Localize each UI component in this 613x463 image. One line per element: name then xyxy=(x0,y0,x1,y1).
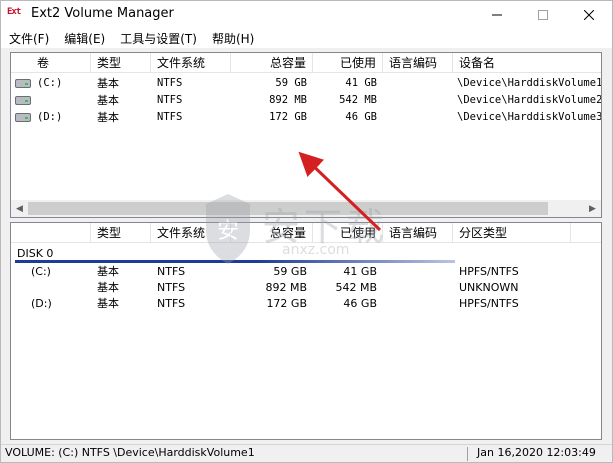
disk-label: DISK 0 xyxy=(17,247,54,260)
col-type[interactable]: 类型 xyxy=(91,53,151,73)
codepage-cell xyxy=(383,263,453,280)
minimize-icon xyxy=(492,14,502,16)
codepage-cell xyxy=(383,295,453,312)
codepage-cell xyxy=(383,75,453,92)
table-row[interactable]: (C:) 基本 NTFS 59 GB 41 GB HPFS/NTFS xyxy=(11,263,601,280)
scroll-thumb[interactable] xyxy=(28,202,548,215)
maximize-icon xyxy=(538,10,548,20)
fs-cell: NTFS xyxy=(157,111,183,123)
partition-type-cell: HPFS/NTFS xyxy=(459,297,519,310)
fs-cell: NTFS xyxy=(157,281,186,294)
volume-cell: (D:) xyxy=(37,111,63,123)
menu-bar: 文件(F) 编辑(E) 工具与设置(T) 帮助(H) xyxy=(1,29,612,48)
col-used[interactable]: 已使用 xyxy=(313,53,383,73)
fs-cell: NTFS xyxy=(157,265,186,278)
menu-help[interactable]: 帮助(H) xyxy=(208,30,258,47)
type-cell: 基本 xyxy=(97,77,119,90)
close-button[interactable] xyxy=(566,1,612,29)
drive-icon xyxy=(15,113,31,122)
used-cell: 542 MB xyxy=(335,281,377,294)
window-title: Ext2 Volume Manager xyxy=(31,6,174,21)
table-row[interactable]: (C:) 基本 NTFS 59 GB 41 GB \Device\Harddis… xyxy=(11,75,601,92)
app-icon: Ext xyxy=(7,7,21,17)
status-bar: VOLUME: (C:) NTFS \Device\HarddiskVolume… xyxy=(1,444,612,462)
table-row[interactable]: (D:) 基本 NTFS 172 GB 46 GB HPFS/NTFS xyxy=(11,295,601,312)
volume-cell xyxy=(25,279,91,296)
type-cell: 基本 xyxy=(97,297,119,310)
volume-cell: (C:) xyxy=(37,77,63,89)
app-window: Ext Ext2 Volume Manager 文件(F) 编辑(E) 工具与设… xyxy=(0,0,613,463)
device-cell: \Device\HarddiskVolume1 xyxy=(457,77,602,89)
table-row[interactable]: 基本 NTFS 892 MB 542 MB \Device\HarddiskVo… xyxy=(11,92,601,109)
type-cell: 基本 xyxy=(97,281,119,294)
status-divider xyxy=(467,447,468,461)
total-cell: 172 GB xyxy=(269,111,307,123)
col-filesystem[interactable]: 文件系统 xyxy=(151,223,231,243)
total-cell: 59 GB xyxy=(275,77,307,89)
volume-cell: (C:) xyxy=(31,265,51,278)
volume-list[interactable]: 卷 类型 文件系统 总容量 已使用 语言编码 设备名 (C:) 基本 NTFS … xyxy=(10,52,602,218)
used-cell: 542 MB xyxy=(339,94,377,106)
menu-file[interactable]: 文件(F) xyxy=(5,30,53,47)
used-cell: 46 GB xyxy=(345,111,377,123)
table-row[interactable]: 基本 NTFS 892 MB 542 MB UNKNOWN xyxy=(11,279,601,296)
col-codepage[interactable]: 语言编码 xyxy=(383,53,453,73)
col-device[interactable]: 设备名 xyxy=(453,53,601,73)
partition-type-cell: HPFS/NTFS xyxy=(459,265,519,278)
col-used[interactable]: 已使用 xyxy=(313,223,383,243)
col-total[interactable]: 总容量 xyxy=(231,53,313,73)
menu-tools[interactable]: 工具与设置(T) xyxy=(116,30,201,47)
table-row[interactable]: (D:) 基本 NTFS 172 GB 46 GB \Device\Harddi… xyxy=(11,109,601,126)
disk-list[interactable]: 类型 文件系统 总容量 已使用 语言编码 分区类型 DISK 0 (C:) 基本… xyxy=(10,222,602,440)
drive-icon xyxy=(15,79,31,88)
partition-type-cell: UNKNOWN xyxy=(459,281,519,294)
status-datetime: Jan 16,2020 12:03:49 xyxy=(477,446,596,459)
device-cell: \Device\HarddiskVolume3 xyxy=(457,111,602,123)
codepage-cell xyxy=(383,109,453,126)
col-codepage[interactable]: 语言编码 xyxy=(383,223,453,243)
col-volume[interactable] xyxy=(11,223,91,243)
title-bar[interactable]: Ext Ext2 Volume Manager xyxy=(1,1,612,29)
horizontal-scrollbar[interactable]: ◀ ▶ xyxy=(11,200,601,217)
col-filesystem[interactable]: 文件系统 xyxy=(151,53,231,73)
total-cell: 892 MB xyxy=(265,281,307,294)
maximize-button[interactable] xyxy=(520,1,566,29)
scroll-left-button[interactable]: ◀ xyxy=(11,200,28,217)
total-cell: 59 GB xyxy=(273,265,307,278)
volume-list-header: 卷 类型 文件系统 总容量 已使用 语言编码 设备名 xyxy=(11,53,601,73)
device-cell: \Device\HarddiskVolume2 xyxy=(457,94,602,106)
disk-list-header: 类型 文件系统 总容量 已使用 语言编码 分区类型 xyxy=(11,223,601,243)
volume-cell: (D:) xyxy=(31,297,52,310)
col-volume[interactable]: 卷 xyxy=(11,53,91,73)
codepage-cell xyxy=(383,92,453,109)
total-cell: 892 MB xyxy=(269,94,307,106)
codepage-cell xyxy=(383,279,453,296)
type-cell: 基本 xyxy=(97,94,119,107)
fs-cell: NTFS xyxy=(157,77,183,89)
status-volume: VOLUME: (C:) NTFS \Device\HarddiskVolume… xyxy=(5,446,255,459)
type-cell: 基本 xyxy=(97,111,119,124)
col-partition-type[interactable]: 分区类型 xyxy=(453,223,571,243)
type-cell: 基本 xyxy=(97,265,119,278)
menu-edit[interactable]: 编辑(E) xyxy=(60,30,109,47)
col-type[interactable]: 类型 xyxy=(91,223,151,243)
total-cell: 172 GB xyxy=(266,297,307,310)
minimize-button[interactable] xyxy=(474,1,520,29)
col-total[interactable]: 总容量 xyxy=(231,223,313,243)
used-cell: 46 GB xyxy=(343,297,377,310)
fs-cell: NTFS xyxy=(157,94,183,106)
fs-cell: NTFS xyxy=(157,297,186,310)
volume-cell xyxy=(31,92,91,109)
used-cell: 41 GB xyxy=(345,77,377,89)
used-cell: 41 GB xyxy=(343,265,377,278)
close-icon xyxy=(584,10,594,20)
drive-icon xyxy=(15,96,31,105)
scroll-right-button[interactable]: ▶ xyxy=(584,200,601,217)
